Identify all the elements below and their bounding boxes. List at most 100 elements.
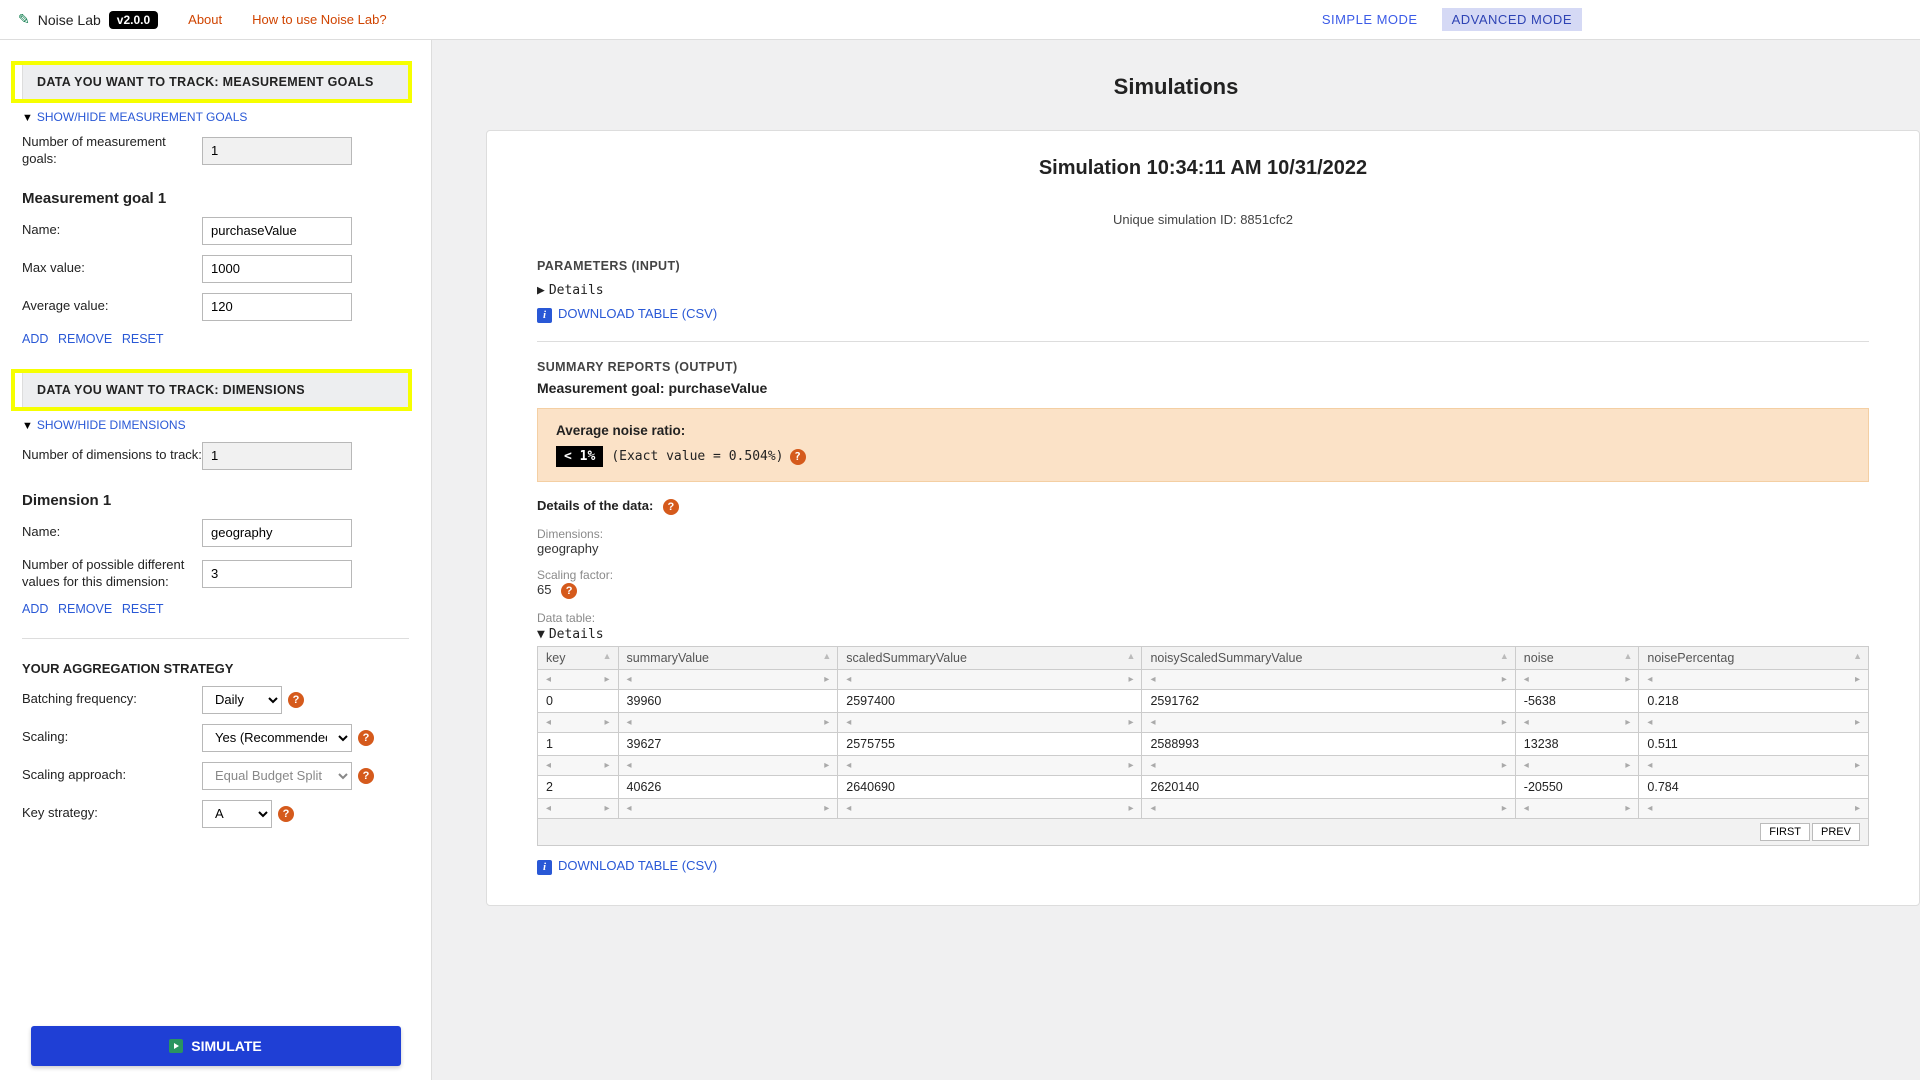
goal-actions: ADD REMOVE RESET: [22, 331, 409, 346]
howto-link[interactable]: How to use Noise Lab?: [252, 12, 386, 27]
num-dims-label: Number of dimensions to track:: [22, 447, 202, 464]
simulation-card: Simulation 10:34:11 AM 10/31/2022 Unique…: [486, 130, 1920, 906]
column-filter[interactable]: ◂▸: [1142, 670, 1515, 690]
pager-first-button[interactable]: FIRST: [1760, 823, 1810, 841]
table-cell: 2620140: [1142, 776, 1515, 799]
reset-dim-button[interactable]: RESET: [122, 602, 164, 616]
column-header[interactable]: noisyScaledSummaryValue▲: [1142, 647, 1515, 670]
column-header[interactable]: noise▲: [1515, 647, 1639, 670]
toggle-goals-label: SHOW/HIDE MEASUREMENT GOALS: [37, 110, 247, 124]
table-cell: -20550: [1515, 776, 1639, 799]
column-header[interactable]: noisePercentag▲: [1639, 647, 1869, 670]
add-dim-button[interactable]: ADD: [22, 602, 48, 616]
dim-name-label: Name:: [22, 524, 202, 541]
table-row: 03996025974002591762-56380.218: [538, 690, 1869, 713]
sidebar: DATA YOU WANT TO TRACK: MEASUREMENT GOAL…: [0, 40, 432, 1080]
column-filter[interactable]: ◂▸: [618, 670, 838, 690]
tab-advanced-mode[interactable]: ADVANCED MODE: [1442, 8, 1582, 31]
parameters-details-toggle[interactable]: ▶Details: [537, 283, 1869, 298]
column-header[interactable]: scaledSummaryValue▲: [838, 647, 1142, 670]
approach-select[interactable]: Equal Budget Split: [202, 762, 352, 790]
version-badge: v2.0.0: [109, 11, 158, 29]
table-cell: 13238: [1515, 733, 1639, 756]
keystrat-select[interactable]: A: [202, 800, 272, 828]
sort-icon: ▲: [822, 651, 831, 661]
dim-name-input[interactable]: [202, 519, 352, 547]
sort-icon: ▲: [1853, 651, 1862, 661]
num-goals-input[interactable]: [202, 137, 352, 165]
topbar-left: ✎ Noise Lab v2.0.0 About How to use Nois…: [18, 11, 387, 29]
triangle-down-icon: ▼: [22, 112, 33, 124]
download-csv-link[interactable]: iDOWNLOAD TABLE (CSV): [537, 858, 717, 875]
help-icon[interactable]: ?: [358, 768, 374, 784]
triangle-down-icon: ▼: [537, 627, 545, 642]
goal-max-input[interactable]: [202, 255, 352, 283]
add-goal-button[interactable]: ADD: [22, 332, 48, 346]
table-cell: -5638: [1515, 690, 1639, 713]
app-name: Noise Lab: [38, 12, 101, 28]
toggle-dimensions[interactable]: ▼SHOW/HIDE DIMENSIONS: [22, 418, 186, 432]
simulate-button[interactable]: SIMULATE: [31, 1026, 401, 1066]
download-csv-link[interactable]: iDOWNLOAD TABLE (CSV): [537, 306, 717, 323]
parameters-heading: PARAMETERS (INPUT): [537, 259, 1869, 273]
data-table-details-toggle[interactable]: ▼Details: [537, 627, 1869, 642]
sort-icon: ▲: [1500, 651, 1509, 661]
sort-icon: ▲: [603, 651, 612, 661]
goal-avg-input[interactable]: [202, 293, 352, 321]
scaling-select[interactable]: Yes (Recommended): [202, 724, 352, 752]
table-cell: 39960: [618, 690, 838, 713]
help-icon[interactable]: ?: [561, 583, 577, 599]
toggle-dims-label: SHOW/HIDE DIMENSIONS: [37, 418, 186, 432]
help-icon[interactable]: ?: [358, 730, 374, 746]
table-cell: 2: [538, 776, 619, 799]
goal-name-input[interactable]: [202, 217, 352, 245]
help-icon[interactable]: ?: [663, 499, 679, 515]
page-title: Simulations: [432, 74, 1920, 100]
measurement-goal-name: Measurement goal: purchaseValue: [537, 380, 1869, 396]
data-table: key▲summaryValue▲scaledSummaryValue▲nois…: [537, 646, 1869, 846]
play-icon: [169, 1039, 183, 1053]
column-filter[interactable]: ◂▸: [1515, 670, 1639, 690]
remove-dim-button[interactable]: REMOVE: [58, 602, 112, 616]
help-icon[interactable]: ?: [278, 806, 294, 822]
tab-simple-mode[interactable]: SIMPLE MODE: [1312, 8, 1428, 31]
noise-ratio-value: < 1%: [556, 446, 603, 467]
column-filter[interactable]: ◂▸: [838, 670, 1142, 690]
goal-avg-label: Average value:: [22, 298, 202, 315]
dimension-heading: Dimension 1: [22, 492, 409, 509]
column-header[interactable]: summaryValue▲: [618, 647, 838, 670]
goal-name-label: Name:: [22, 222, 202, 239]
table-cell: 2640690: [838, 776, 1142, 799]
section-header-dimensions: DATA YOU WANT TO TRACK: DIMENSIONS: [22, 372, 409, 408]
simulation-title: Simulation 10:34:11 AM 10/31/2022: [537, 157, 1869, 180]
dim-actions: ADD REMOVE RESET: [22, 601, 409, 616]
batch-select[interactable]: Daily: [202, 686, 282, 714]
info-icon: i: [537, 860, 552, 875]
toggle-measurement-goals[interactable]: ▼ SHOW/HIDE MEASUREMENT GOALS: [22, 110, 247, 124]
help-icon[interactable]: ?: [790, 449, 806, 465]
table-cell: 2588993: [1142, 733, 1515, 756]
reset-goal-button[interactable]: RESET: [122, 332, 164, 346]
measurement-goal-heading: Measurement goal 1: [22, 190, 409, 207]
mode-switcher: SIMPLE MODE ADVANCED MODE: [1312, 8, 1582, 31]
num-dims-input[interactable]: [202, 442, 352, 470]
dimensions-label: Dimensions:: [537, 527, 1869, 541]
column-header[interactable]: key▲: [538, 647, 619, 670]
column-filter[interactable]: ◂▸: [1639, 670, 1869, 690]
column-filter[interactable]: ◂▸: [538, 670, 619, 690]
keystrat-label: Key strategy:: [22, 805, 202, 822]
data-table-label: Data table:: [537, 611, 1869, 625]
summary-heading: SUMMARY REPORTS (OUTPUT): [537, 360, 1869, 374]
dim-count-label: Number of possible different values for …: [22, 557, 202, 591]
main-content: Simulations Simulation 10:34:11 AM 10/31…: [432, 40, 1920, 1080]
table-row: 13962725757552588993132380.511: [538, 733, 1869, 756]
help-icon[interactable]: ?: [288, 692, 304, 708]
table-cell: 1: [538, 733, 619, 756]
top-bar: ✎ Noise Lab v2.0.0 About How to use Nois…: [0, 0, 1920, 40]
details-of-data-heading: Details of the data: ?: [537, 498, 1869, 515]
dim-count-input[interactable]: [202, 560, 352, 588]
pager-prev-button[interactable]: PREV: [1812, 823, 1860, 841]
about-link[interactable]: About: [188, 12, 222, 27]
remove-goal-button[interactable]: REMOVE: [58, 332, 112, 346]
triangle-right-icon: ▶: [537, 283, 545, 298]
